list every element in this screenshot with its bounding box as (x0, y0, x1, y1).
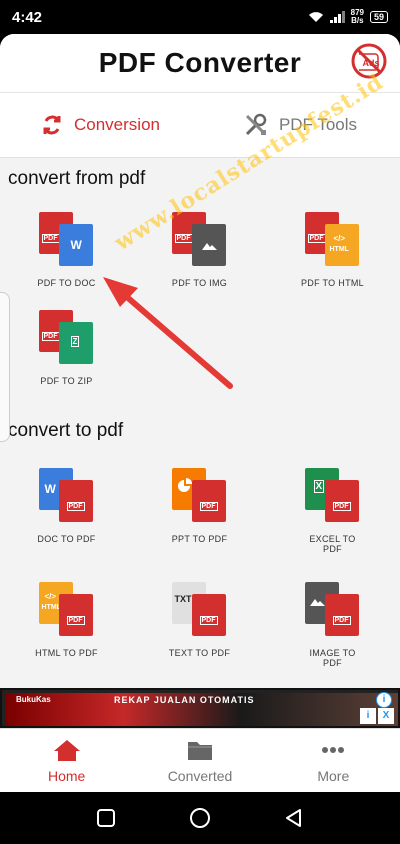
nav-more[interactable]: More (267, 729, 400, 792)
text-to-pdf-label: TEXT TO PDF (168, 648, 231, 658)
pdf-doc-icon: PDF (191, 480, 226, 522)
txt-tag: TXT (174, 594, 192, 604)
zip-doc-icon: Z (58, 322, 93, 364)
nav-more-label: More (317, 767, 350, 784)
doc-to-pdf-label: DOC TO PDF (37, 534, 96, 544)
image-to-pdf-tile[interactable]: PDF IMAGE TO PDF (266, 580, 399, 668)
pdf-tag: PDF (66, 502, 85, 511)
pdf-tag: PDF (66, 616, 85, 625)
image-to-pdf-icon: PDF (303, 580, 363, 640)
excel-to-pdf-tile[interactable]: X PDF EXCEL TO PDF (266, 466, 399, 554)
zip-tag: Z (70, 336, 80, 347)
html-doc-icon: </> HTML (324, 224, 359, 266)
text-to-pdf-tile[interactable]: TXT PDF TEXT TO PDF (133, 580, 266, 668)
pdf-tag: PDF (332, 502, 351, 511)
status-bar: 4:42 879 B/s 59 (0, 0, 400, 34)
side-drawer-handle[interactable] (0, 292, 10, 442)
to-pdf-section: convert to pdf W PDF DOC TO PDF PDF PPT … (0, 420, 400, 668)
word-doc-icon: W (58, 224, 93, 266)
tab-conversion-label: Conversion (74, 115, 160, 134)
pdf-doc-icon: PDF (58, 480, 93, 522)
ad-choices-info-icon[interactable]: i (360, 708, 376, 724)
pdf-to-zip-icon: PDF Z (37, 308, 97, 368)
pdf-to-html-tile[interactable]: PDF </> HTML PDF TO HTML (266, 210, 399, 288)
app-header: PDF Converter Ads (0, 34, 400, 92)
home-icon (53, 739, 80, 761)
tools-icon (245, 113, 267, 136)
pdf-tag: PDF (41, 234, 60, 243)
ppt-to-pdf-icon: PDF (170, 466, 230, 526)
ad-close-icon[interactable]: X (378, 708, 394, 724)
word-tag: W (70, 238, 82, 252)
image-to-pdf-label: IMAGE TO PDF (309, 648, 356, 668)
pdf-doc-icon: PDF (191, 594, 226, 636)
battery-icon: 59 (369, 11, 388, 23)
ad-brand: BukuKas (16, 695, 51, 704)
html-to-pdf-tile[interactable]: </> HTML PDF HTML TO PDF (0, 580, 133, 668)
excel-to-pdf-label: EXCEL TO PDF (309, 534, 356, 554)
net-speed-unit: B/s (351, 16, 364, 25)
more-dots-icon (322, 746, 345, 753)
nav-home[interactable]: Home (0, 729, 133, 792)
status-icons: 879 B/s 59 (308, 9, 388, 25)
recents-icon[interactable] (96, 808, 116, 828)
ad-banner[interactable]: BukuKas REKAP JUALAN OTOMATIS i i X (0, 688, 400, 728)
nav-home-label: Home (47, 767, 86, 784)
nav-converted[interactable]: Converted (133, 729, 266, 792)
pdf-doc-icon: PDF (324, 480, 359, 522)
signal-icon (329, 11, 345, 23)
ad-headline: REKAP JUALAN OTOMATIS (114, 695, 255, 705)
excel-to-pdf-icon: X PDF (303, 466, 363, 526)
folder-icon (187, 741, 212, 760)
excel-tag: X (313, 480, 325, 493)
home-circle-icon[interactable] (189, 807, 211, 829)
pdf-tag: PDF (174, 234, 193, 243)
text-to-pdf-icon: TXT PDF (170, 580, 230, 640)
pdf-to-img-label: PDF TO IMG (171, 278, 228, 288)
html-to-pdf-label: HTML TO PDF (35, 648, 98, 658)
to-pdf-grid: W PDF DOC TO PDF PDF PPT TO PDF X PDF EX… (0, 466, 400, 668)
html-to-pdf-icon: </> HTML PDF (37, 580, 97, 640)
pdf-tag: PDF (41, 332, 60, 341)
pdf-doc-icon: PDF (58, 594, 93, 636)
pdf-to-zip-tile[interactable]: PDF Z PDF TO ZIP (0, 308, 133, 386)
mountain-icon (201, 243, 217, 250)
back-icon[interactable] (284, 808, 304, 828)
code-tag: </> (44, 592, 57, 601)
net-speed: 879 B/s (351, 9, 364, 25)
pdf-to-doc-icon: PDF W (37, 210, 97, 270)
ad-choices: i X (360, 708, 394, 724)
page-title: PDF Converter (98, 47, 302, 78)
ad-image: BukuKas REKAP JUALAN OTOMATIS (6, 693, 398, 726)
image-doc-icon (191, 224, 226, 266)
from-pdf-grid: PDF W PDF TO DOC PDF PDF TO IMG PDF </> … (0, 210, 400, 386)
pdf-to-html-icon: PDF </> HTML (303, 210, 363, 270)
word-tag: W (44, 482, 56, 496)
doc-to-pdf-icon: W PDF (37, 466, 97, 526)
pdf-to-html-label: PDF TO HTML (301, 278, 364, 288)
ppt-to-pdf-label: PPT TO PDF (171, 534, 228, 544)
app-window: PDF Converter Ads Conversion (0, 34, 400, 792)
bottom-nav: Home Converted More (0, 728, 400, 792)
pdf-doc-icon: PDF (324, 594, 359, 636)
ppt-to-pdf-tile[interactable]: PDF PPT TO PDF (133, 466, 266, 554)
pdf-tag: PDF (332, 616, 351, 625)
to-pdf-title: convert to pdf (8, 420, 124, 441)
pdf-to-zip-label: PDF TO ZIP (40, 376, 93, 386)
pdf-tag: PDF (307, 234, 326, 243)
html-tag: HTML (329, 246, 349, 253)
code-tag: </> (333, 234, 346, 243)
pdf-tag: PDF (199, 616, 218, 625)
pdf-to-doc-tile[interactable]: PDF W PDF TO DOC (0, 210, 133, 288)
pdf-to-doc-label: PDF TO DOC (37, 278, 96, 288)
system-nav-bar (0, 792, 400, 844)
doc-to-pdf-tile[interactable]: W PDF DOC TO PDF (0, 466, 133, 554)
wifi-icon (308, 12, 323, 22)
pdf-tag: PDF (199, 502, 218, 511)
ad-info-icon[interactable]: i (376, 692, 392, 708)
nav-converted-label: Converted (167, 767, 233, 784)
refresh-icon (43, 115, 61, 135)
tab-conversion[interactable]: Conversion (0, 93, 200, 157)
status-time: 4:42 (12, 8, 43, 26)
